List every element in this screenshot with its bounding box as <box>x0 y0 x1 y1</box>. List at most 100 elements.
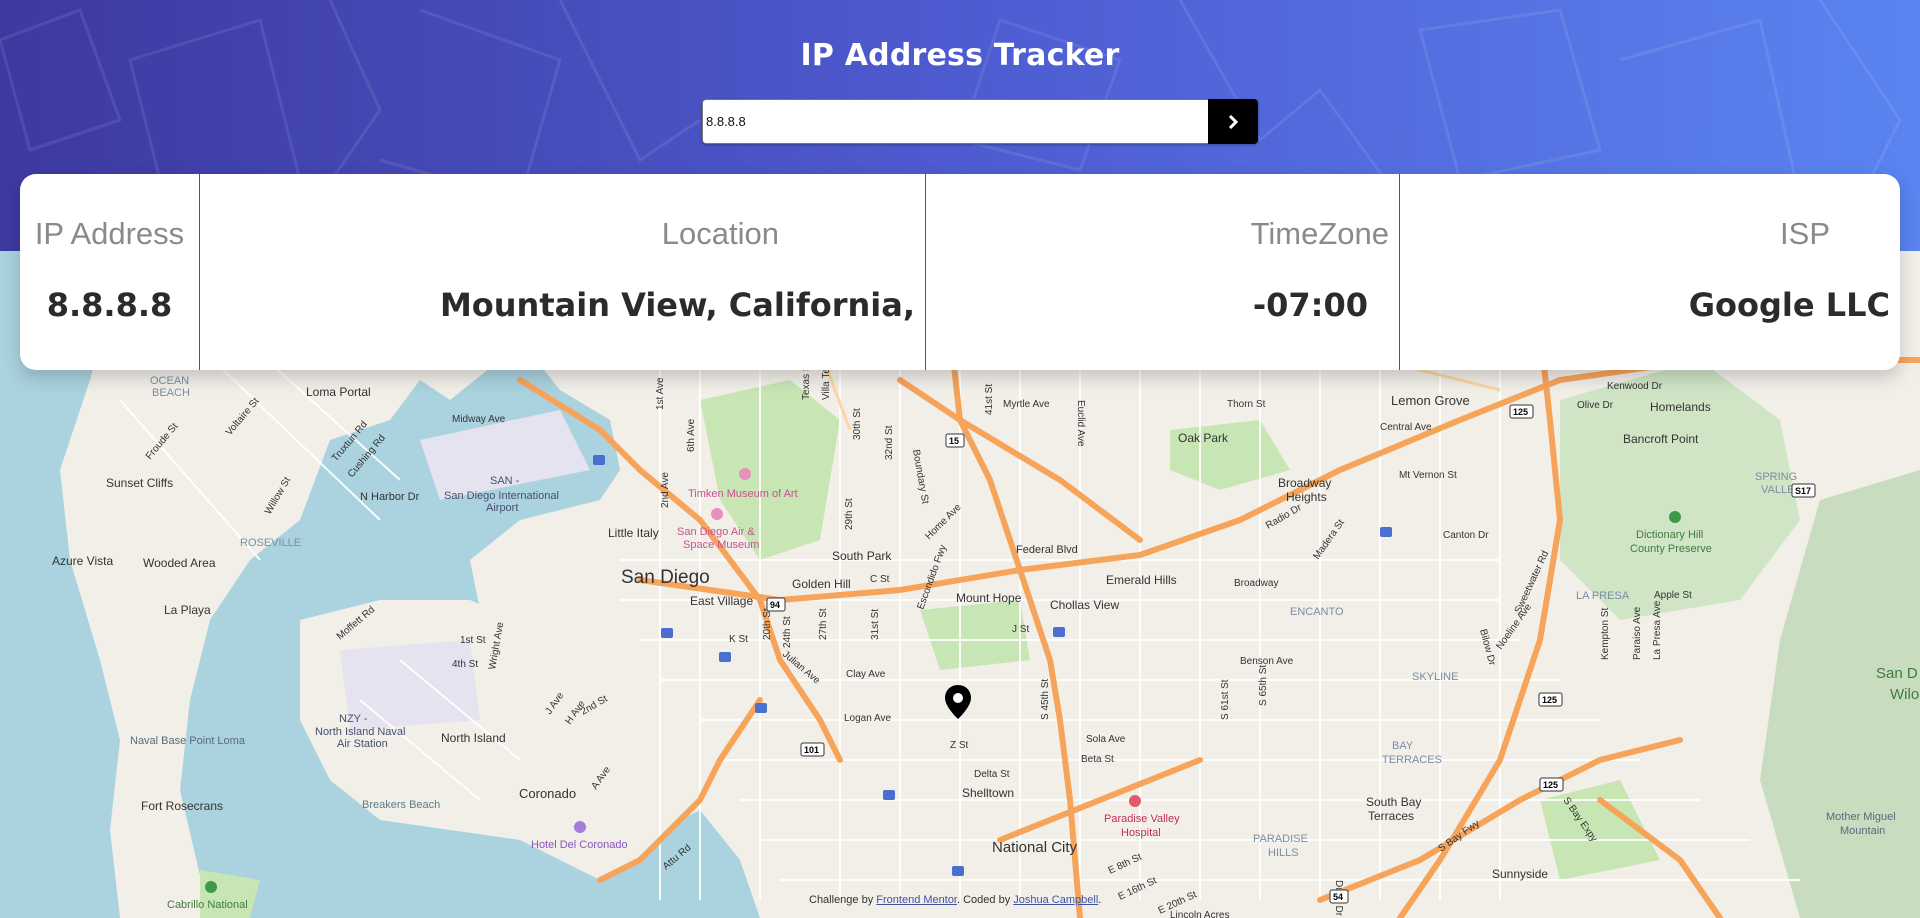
svg-text:Mountain: Mountain <box>1840 825 1885 837</box>
svg-text:Thorn St: Thorn St <box>1227 399 1266 410</box>
svg-text:30th St: 30th St <box>852 408 863 440</box>
svg-text:North Island Naval: North Island Naval <box>315 726 406 738</box>
svg-text:S 65th St: S 65th St <box>1258 665 1269 706</box>
svg-text:29th St: 29th St <box>844 498 855 530</box>
svg-text:Canton Dr: Canton Dr <box>1443 530 1489 541</box>
svg-text:J St: J St <box>1012 624 1029 635</box>
svg-text:Central Ave: Central Ave <box>1380 422 1432 433</box>
svg-text:County Preserve: County Preserve <box>1630 543 1712 555</box>
ip-search-form <box>702 99 1258 144</box>
svg-text:1st Ave: 1st Ave <box>655 377 666 410</box>
svg-text:Fort Rosecrans: Fort Rosecrans <box>141 799 223 813</box>
svg-text:BEACH: BEACH <box>152 387 190 399</box>
svg-text:20th St: 20th St <box>762 608 773 640</box>
svg-text:Dictionary Hill: Dictionary Hill <box>1636 529 1703 541</box>
svg-text:Federal Blvd: Federal Blvd <box>1016 544 1078 556</box>
svg-text:HILLS: HILLS <box>1268 847 1299 859</box>
svg-text:Kenwood Dr: Kenwood Dr <box>1607 381 1663 392</box>
svg-text:Euclid Ave: Euclid Ave <box>1075 400 1086 447</box>
svg-text:Logan Ave: Logan Ave <box>844 713 892 724</box>
svg-text:Broadway: Broadway <box>1278 476 1331 490</box>
svg-text:Sunnyside: Sunnyside <box>1492 867 1548 881</box>
svg-text:Emerald Hills: Emerald Hills <box>1106 573 1177 587</box>
svg-text:Midway Ave: Midway Ave <box>452 414 506 425</box>
svg-text:ENCANTO: ENCANTO <box>1290 606 1344 618</box>
svg-text:Sola Ave: Sola Ave <box>1086 734 1126 745</box>
svg-text:Lincoln Acres: Lincoln Acres <box>1170 910 1229 918</box>
svg-text:Myrtle Ave: Myrtle Ave <box>1003 399 1050 410</box>
svg-text:PARADISE: PARADISE <box>1253 833 1308 845</box>
svg-text:Mt Vernon St: Mt Vernon St <box>1399 470 1457 481</box>
svg-text:32nd St: 32nd St <box>884 425 895 460</box>
svg-text:National City: National City <box>992 839 1078 856</box>
svg-text:BAY: BAY <box>1392 740 1414 752</box>
svg-text:Olive Dr: Olive Dr <box>1577 400 1614 411</box>
svg-text:LA PRESA: LA PRESA <box>1576 590 1630 602</box>
svg-text:Heights: Heights <box>1286 490 1327 504</box>
author-link[interactable]: Joshua Campbell <box>1013 894 1098 906</box>
svg-text:Coronado: Coronado <box>519 786 576 801</box>
svg-text:Hospital: Hospital <box>1121 827 1161 839</box>
svg-text:2nd Ave: 2nd Ave <box>660 472 671 508</box>
svg-text:Chollas View: Chollas View <box>1050 598 1119 612</box>
svg-text:Naval Base Point Loma: Naval Base Point Loma <box>130 735 246 747</box>
svg-text:Hotel Del Coronado: Hotel Del Coronado <box>531 839 628 851</box>
svg-text:101: 101 <box>804 745 819 755</box>
svg-text:SPRING: SPRING <box>1755 471 1797 483</box>
ip-address-section: IP Address 8.8.8.8 <box>20 174 199 370</box>
svg-text:Cabrillo National: Cabrillo National <box>167 899 248 911</box>
svg-text:54: 54 <box>1333 892 1343 902</box>
svg-text:S 61st St: S 61st St <box>1220 679 1231 720</box>
svg-text:Breakers Beach: Breakers Beach <box>362 799 440 811</box>
search-submit-button[interactable] <box>1208 99 1258 144</box>
svg-text:Little Italy: Little Italy <box>608 526 659 540</box>
svg-text:125: 125 <box>1542 695 1557 705</box>
svg-text:Wilo: Wilo <box>1890 686 1919 703</box>
svg-text:Mount Hope: Mount Hope <box>956 591 1022 605</box>
svg-text:San Diego: San Diego <box>621 567 710 588</box>
svg-text:K St: K St <box>729 634 748 645</box>
svg-text:Azure Vista: Azure Vista <box>52 554 113 568</box>
svg-text:Broadway: Broadway <box>1234 578 1278 589</box>
svg-text:27th St: 27th St <box>818 608 829 640</box>
svg-text:La Playa: La Playa <box>164 603 211 617</box>
svg-text:Golden Hill: Golden Hill <box>792 577 851 591</box>
svg-text:Wooded Area: Wooded Area <box>143 556 216 570</box>
svg-text:OCEAN: OCEAN <box>150 375 189 387</box>
frontend-mentor-link[interactable]: Frontend Mentor <box>876 894 957 906</box>
svg-text:Air Station: Air Station <box>337 738 388 750</box>
location-value: Mountain View, California, <box>439 286 915 324</box>
svg-text:31st St: 31st St <box>870 609 881 640</box>
svg-text:N Harbor Dr: N Harbor Dr <box>360 491 420 503</box>
svg-text:NZY -: NZY - <box>339 713 368 725</box>
timezone-label: TimeZone <box>1250 216 1389 251</box>
svg-text:1st St: 1st St <box>460 635 486 646</box>
isp-section: ISP Google LLC <box>1399 174 1900 370</box>
attribution-prefix: Challenge by <box>809 894 874 906</box>
svg-text:TERRACES: TERRACES <box>1382 754 1442 766</box>
svg-text:4th St: 4th St <box>452 659 478 670</box>
ip-address-value: 8.8.8.8 <box>46 286 173 324</box>
svg-text:Timken Museum of Art: Timken Museum of Art <box>688 488 798 500</box>
svg-text:San Diego International: San Diego International <box>444 490 559 502</box>
svg-text:Z St: Z St <box>950 740 969 751</box>
svg-text:Homelands: Homelands <box>1650 400 1711 414</box>
svg-text:ROSEVILLE: ROSEVILLE <box>240 537 301 549</box>
svg-text:125: 125 <box>1543 780 1558 790</box>
svg-text:North Island: North Island <box>441 731 506 745</box>
ip-info-card: IP Address 8.8.8.8 Location Mountain Vie… <box>20 174 1900 370</box>
ip-search-input[interactable] <box>702 99 1208 144</box>
svg-text:San D: San D <box>1876 665 1918 682</box>
chevron-right-icon <box>1228 114 1238 129</box>
svg-text:Paradise Valley: Paradise Valley <box>1104 813 1180 825</box>
location-pin-icon[interactable] <box>944 684 972 720</box>
svg-text:94: 94 <box>770 600 780 610</box>
attribution-suffix: . <box>1098 894 1102 906</box>
svg-text:Clay Ave: Clay Ave <box>846 669 886 680</box>
attribution: Challenge by Frontend Mentor. Coded by J… <box>809 894 1101 906</box>
page-title: IP Address Tracker <box>800 38 1120 73</box>
svg-text:SKYLINE: SKYLINE <box>1412 671 1458 683</box>
svg-text:Oak Park: Oak Park <box>1178 431 1229 445</box>
svg-text:Loma Portal: Loma Portal <box>306 385 371 399</box>
svg-text:S17: S17 <box>1795 486 1811 496</box>
